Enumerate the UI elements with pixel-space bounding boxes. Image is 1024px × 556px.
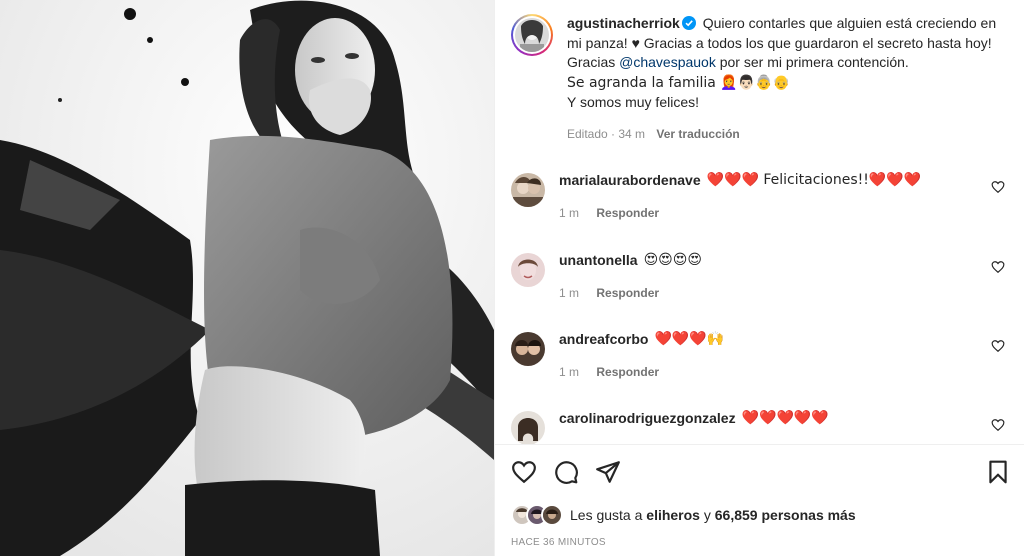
comment-bubble-icon[interactable] — [553, 459, 579, 485]
bookmark-icon[interactable] — [985, 459, 1011, 485]
likes-count[interactable]: 66,859 personas más — [715, 507, 856, 523]
comment-text: ❤️❤️❤️🙌 — [654, 331, 725, 347]
caption-line4: Y somos muy felices! — [567, 94, 700, 110]
likes-prefix: Les gusta a — [570, 507, 647, 523]
comment-text: ❤️❤️❤️❤️❤️ — [741, 410, 829, 426]
author-avatar-ring[interactable] — [511, 14, 553, 56]
comment-username[interactable]: marialaurabordenave — [559, 171, 701, 189]
comment-like-heart-icon[interactable] — [991, 418, 1005, 432]
caption-meta: Editado · 34 m Ver traducción — [567, 127, 1007, 141]
comment-avatar[interactable] — [511, 253, 545, 287]
heart-outline-icon[interactable] — [511, 459, 537, 485]
caption-line2: por ser mi primera contención. — [715, 54, 909, 70]
comment-text: 😍😍😍😍 — [643, 252, 702, 268]
comment-username[interactable]: carolinarodriguezgonzalez — [559, 409, 736, 427]
comment-text: ❤️❤️❤️ Felicitaciones!!❤️❤️❤️ — [706, 172, 922, 188]
comment-item: andreafcorbo ❤️❤️❤️🙌 1 m Responder — [511, 329, 1011, 381]
comment-avatar[interactable] — [511, 332, 545, 366]
comment-username[interactable]: unantonella — [559, 251, 638, 269]
reply-button[interactable]: Responder — [596, 286, 659, 300]
comment-item: carolinarodriguezgonzalez ❤️❤️❤️❤️❤️ — [511, 408, 1011, 445]
likes-middle: y — [699, 507, 715, 523]
author-username[interactable]: agustinacherriok — [567, 15, 680, 31]
reply-button[interactable]: Responder — [596, 365, 659, 379]
comment-item: marialaurabordenave ❤️❤️❤️ Felicitacione… — [511, 170, 1011, 222]
comment-item: unantonella 😍😍😍😍 1 m Responder — [511, 250, 1011, 302]
comment-like-heart-icon[interactable] — [991, 260, 1005, 274]
edited-timestamp: Editado · 34 m — [567, 126, 646, 141]
comment-like-heart-icon[interactable] — [991, 339, 1005, 353]
post-photo[interactable] — [0, 0, 494, 556]
post-time-ago[interactable]: HACE 36 MINUTOS — [511, 537, 606, 548]
caption-text: agustinacherriok Quiero contarles que al… — [567, 14, 1007, 113]
see-translation-link[interactable]: Ver traducción — [656, 127, 739, 141]
comment-time: 1 m — [559, 286, 580, 300]
post-actions-bar: Les gusta a eliheros y 66,859 personas m… — [495, 444, 1024, 556]
likes-summary[interactable]: Les gusta a eliheros y 66,859 personas m… — [511, 504, 856, 526]
post-details-panel: agustinacherriok Quiero contarles que al… — [494, 0, 1024, 556]
paper-plane-icon[interactable] — [595, 459, 621, 485]
comment-avatar[interactable] — [511, 411, 545, 445]
comment-time: 1 m — [559, 206, 580, 220]
comment-time: 1 m — [559, 365, 580, 379]
comment-username[interactable]: andreafcorbo — [559, 330, 648, 348]
comment-avatar[interactable] — [511, 173, 545, 207]
liker-username[interactable]: eliheros — [646, 507, 700, 523]
comment-like-heart-icon[interactable] — [991, 180, 1005, 194]
post-caption: agustinacherriok Quiero contarles que al… — [511, 14, 1011, 141]
caption-mention-link[interactable]: @chavespauok — [619, 54, 716, 70]
verified-badge-icon — [681, 16, 696, 30]
reply-button[interactable]: Responder — [596, 206, 659, 220]
post-image — [0, 0, 494, 556]
caption-line3: Se agranda la familia 👩‍🦰👨🏻👵👴 — [567, 74, 791, 91]
liker-avatar — [541, 504, 563, 526]
author-avatar[interactable] — [515, 18, 549, 52]
likes-text: Les gusta a eliheros y 66,859 personas m… — [570, 507, 856, 523]
